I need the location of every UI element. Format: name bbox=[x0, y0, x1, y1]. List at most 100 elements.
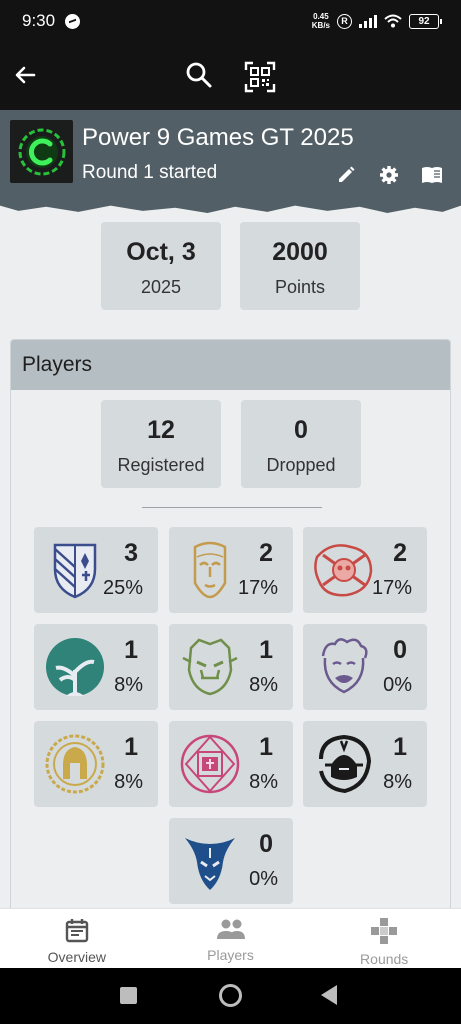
faction-tile[interactable]: 2 17% bbox=[303, 527, 427, 613]
dropped-count: 0 bbox=[294, 416, 308, 444]
players-card: Players 12 Registered 0 Dropped 3 25% 2 … bbox=[10, 339, 451, 908]
heraldic-shield-icon bbox=[53, 543, 97, 599]
bottom-navigation: Overview Players Rounds bbox=[0, 908, 461, 968]
people-icon bbox=[216, 919, 245, 939]
rules-book-button[interactable] bbox=[419, 162, 445, 188]
tab-overview[interactable]: Overview bbox=[0, 909, 154, 968]
faction-percent: 8% bbox=[249, 674, 278, 696]
faction-tile[interactable]: 0 0% bbox=[169, 818, 293, 904]
status-time: 9:30 bbox=[22, 11, 56, 30]
tab-overview-label: Overview bbox=[47, 949, 107, 965]
overview-content[interactable]: Oct, 3 2025 2000 Points Players 12 Regis… bbox=[0, 214, 461, 908]
faction-tile[interactable]: 0 0% bbox=[303, 624, 427, 710]
registered-label: Registered bbox=[117, 455, 205, 475]
search-button[interactable] bbox=[183, 59, 215, 91]
faction-count: 3 bbox=[124, 539, 138, 567]
edit-button[interactable] bbox=[333, 162, 359, 188]
rounds-icon bbox=[371, 918, 398, 944]
faction-percent: 17% bbox=[237, 577, 278, 599]
registered-count: 12 bbox=[147, 416, 175, 444]
app-bar bbox=[0, 42, 461, 110]
faction-tile[interactable]: 1 8% bbox=[34, 721, 158, 807]
gear-icon bbox=[380, 166, 398, 184]
faction-tile[interactable]: 3 25% bbox=[34, 527, 158, 613]
faction-percent: 17% bbox=[371, 577, 412, 599]
system-back-button[interactable] bbox=[321, 985, 337, 1005]
registered-tile: 12 Registered bbox=[101, 400, 221, 488]
faction-percent: 8% bbox=[114, 674, 143, 696]
spartan-helmet-icon bbox=[45, 734, 105, 794]
bloody-skull-icon bbox=[314, 544, 373, 597]
dropped-tile: 0 Dropped bbox=[241, 400, 361, 488]
network-speed-unit: KB/s bbox=[311, 21, 330, 30]
faction-percent: 25% bbox=[102, 577, 143, 599]
wifi-icon bbox=[384, 14, 402, 28]
faction-count: 1 bbox=[393, 733, 407, 761]
recents-button[interactable] bbox=[120, 987, 137, 1004]
players-heading: Players bbox=[11, 340, 450, 390]
system-navigation-bar bbox=[0, 968, 461, 1024]
faction-tile[interactable]: 2 17% bbox=[169, 527, 293, 613]
tab-players[interactable]: Players bbox=[154, 909, 308, 968]
tab-players-label: Players bbox=[207, 947, 254, 963]
faction-tile[interactable]: 1 8% bbox=[169, 624, 293, 710]
faction-count: 2 bbox=[393, 539, 407, 567]
points-label: Points bbox=[274, 277, 326, 297]
back-arrow-icon bbox=[15, 66, 36, 84]
bearded-face-icon bbox=[321, 638, 368, 694]
divider bbox=[142, 507, 322, 508]
registered-icon: R bbox=[337, 13, 352, 29]
status-bar: 9:30 0.45 KB/s R 92 bbox=[0, 0, 461, 42]
book-icon bbox=[422, 167, 442, 183]
faction-count: 0 bbox=[259, 830, 273, 858]
event-header: Power 9 Games GT 2025 Round 1 started bbox=[0, 110, 461, 213]
faction-tile[interactable]: 1 8% bbox=[34, 624, 158, 710]
back-button[interactable] bbox=[10, 60, 40, 90]
blue-demon-icon bbox=[185, 838, 235, 890]
tab-rounds-label: Rounds bbox=[360, 951, 409, 967]
points-value: 2000 bbox=[272, 238, 328, 266]
network-speed-value: 0.45 bbox=[313, 12, 329, 21]
signal-icon bbox=[359, 14, 377, 28]
messenger-icon bbox=[65, 13, 81, 29]
faction-count: 1 bbox=[124, 733, 138, 761]
date-day: Oct, 3 bbox=[126, 238, 196, 266]
date-tile: Oct, 3 2025 bbox=[101, 222, 221, 310]
samurai-helmet-icon bbox=[319, 734, 372, 794]
faction-tile[interactable]: 1 8% bbox=[303, 721, 427, 807]
date-year: 2025 bbox=[140, 277, 182, 297]
event-logo bbox=[10, 120, 73, 183]
calendar-icon bbox=[65, 919, 89, 943]
faction-count: 1 bbox=[124, 636, 138, 664]
tab-rounds[interactable]: Rounds bbox=[307, 909, 461, 968]
faction-percent: 0% bbox=[249, 868, 278, 890]
network-speed: 0.45 KB/s bbox=[312, 12, 330, 30]
rune-circle-icon bbox=[180, 734, 240, 794]
faction-count: 1 bbox=[259, 636, 273, 664]
pencil-icon bbox=[339, 166, 355, 182]
home-button[interactable] bbox=[219, 984, 242, 1007]
battery-level: 92 bbox=[418, 15, 430, 27]
faction-percent: 8% bbox=[249, 771, 278, 793]
power9-logo-icon bbox=[18, 128, 65, 175]
faction-percent: 8% bbox=[114, 771, 143, 793]
faction-tile[interactable]: 1 8% bbox=[169, 721, 293, 807]
qr-code-icon bbox=[244, 61, 276, 93]
tree-moon-icon bbox=[46, 638, 104, 696]
battery-icon: 92 bbox=[409, 13, 442, 29]
search-icon bbox=[186, 62, 212, 88]
settings-button[interactable] bbox=[376, 162, 402, 188]
faction-count: 1 bbox=[259, 733, 273, 761]
players-heading-label: Players bbox=[22, 353, 93, 376]
stone-face-icon bbox=[193, 541, 227, 599]
dropped-label: Dropped bbox=[266, 455, 336, 475]
faction-count: 2 bbox=[259, 539, 273, 567]
faction-percent: 8% bbox=[383, 771, 412, 793]
points-tile: 2000 Points bbox=[240, 222, 360, 310]
faction-count: 0 bbox=[393, 636, 407, 664]
orc-face-icon bbox=[182, 638, 238, 696]
event-status: Round 1 started bbox=[82, 162, 218, 183]
event-title: Power 9 Games GT 2025 bbox=[82, 124, 354, 151]
faction-percent: 0% bbox=[383, 674, 412, 696]
qr-scan-button[interactable] bbox=[243, 60, 277, 94]
